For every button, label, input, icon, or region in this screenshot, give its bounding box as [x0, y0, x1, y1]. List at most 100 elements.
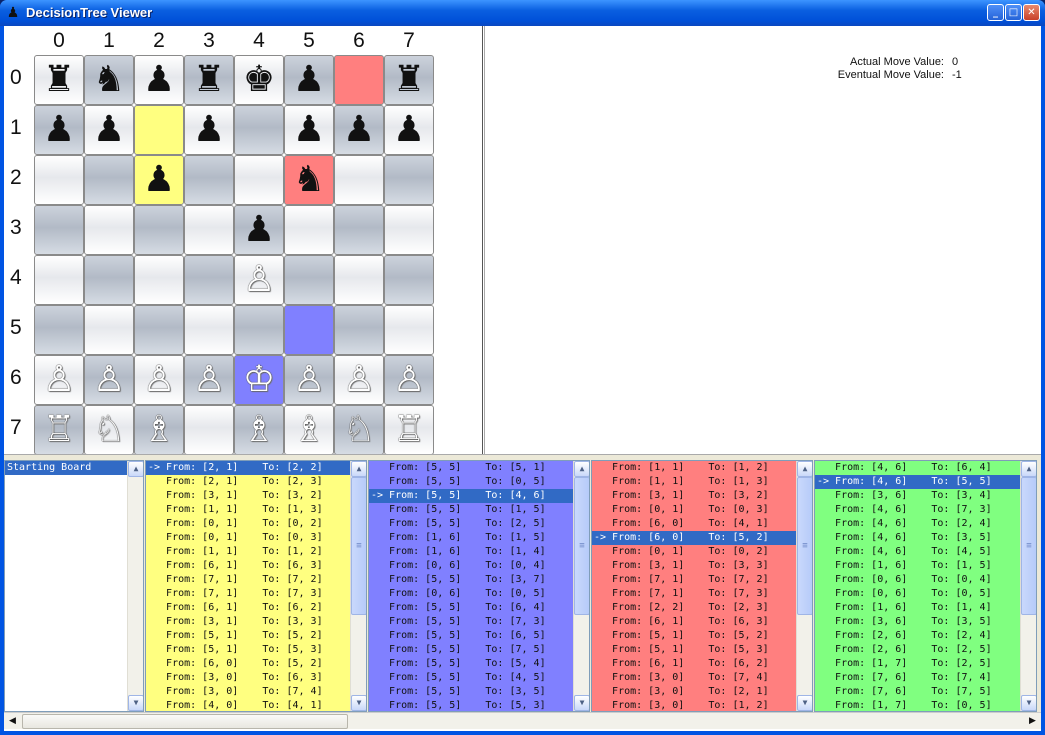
- list-item[interactable]: From: [3, 6] To: [3, 4]: [815, 489, 1020, 503]
- board-square[interactable]: ♖: [34, 405, 84, 455]
- close-button[interactable]: ✕: [1023, 4, 1040, 21]
- list-item[interactable]: From: [3, 0] To: [2, 1]: [592, 685, 796, 699]
- vertical-scrollbar[interactable]: ▲ ▼ ≡: [796, 461, 812, 711]
- board-square[interactable]: ♙: [384, 355, 434, 405]
- history-list[interactable]: Starting Board ▲ ▼: [4, 460, 144, 712]
- vertical-scroll-thumb[interactable]: ≡: [351, 477, 366, 615]
- board-square[interactable]: [384, 255, 434, 305]
- black-king-icon[interactable]: ♚: [235, 56, 283, 104]
- board-square[interactable]: [34, 305, 84, 355]
- list-item[interactable]: From: [6, 1] To: [6, 2]: [592, 657, 796, 671]
- white-pawn-icon[interactable]: ♙: [135, 356, 183, 404]
- vertical-scrollbar[interactable]: ▲ ▼: [127, 461, 143, 711]
- white-pawn-icon[interactable]: ♙: [185, 356, 233, 404]
- list-item[interactable]: From: [7, 6] To: [7, 4]: [815, 671, 1020, 685]
- vertical-scroll-thumb[interactable]: ≡: [797, 477, 812, 615]
- board-square[interactable]: ♙: [84, 355, 134, 405]
- board-square[interactable]: ♟: [334, 105, 384, 155]
- white-pawn-icon[interactable]: ♙: [85, 356, 133, 404]
- list-item[interactable]: From: [5, 5] To: [7, 3]: [369, 615, 573, 629]
- white-king-icon[interactable]: ♔: [235, 356, 283, 404]
- white-pawn-icon[interactable]: ♙: [35, 356, 83, 404]
- list-item[interactable]: From: [5, 5] To: [1, 5]: [369, 503, 573, 517]
- list-item[interactable]: From: [1, 1] To: [1, 3]: [592, 475, 796, 489]
- list-item[interactable]: From: [4, 6] To: [6, 4]: [815, 461, 1020, 475]
- list-item[interactable]: From: [5, 5] To: [3, 5]: [369, 685, 573, 699]
- vertical-scrollbar[interactable]: ▲ ▼ ≡: [350, 461, 366, 711]
- list-item[interactable]: From: [0, 1] To: [0, 2]: [146, 517, 350, 531]
- white-pawn-icon[interactable]: ♙: [385, 356, 433, 404]
- list-item[interactable]: From: [6, 1] To: [6, 3]: [592, 615, 796, 629]
- board-square[interactable]: ♜: [384, 55, 434, 105]
- list-item[interactable]: From: [5, 5] To: [6, 4]: [369, 601, 573, 615]
- list-item[interactable]: From: [3, 1] To: [3, 2]: [592, 489, 796, 503]
- board-square[interactable]: [34, 155, 84, 205]
- board-square[interactable]: [384, 305, 434, 355]
- list-item[interactable]: From: [4, 6] To: [2, 4]: [815, 517, 1020, 531]
- list-item[interactable]: From: [3, 0] To: [7, 4]: [592, 671, 796, 685]
- list-item[interactable]: From: [5, 5] To: [7, 5]: [369, 643, 573, 657]
- green-move-list[interactable]: From: [4, 6] To: [6, 4] -> From: [4, 6] T…: [814, 460, 1037, 712]
- black-rook-icon[interactable]: ♜: [185, 56, 233, 104]
- list-item[interactable]: From: [0, 6] To: [0, 5]: [369, 587, 573, 601]
- scroll-up-icon[interactable]: ▲: [574, 461, 589, 477]
- list-item[interactable]: From: [1, 1] To: [1, 2]: [146, 545, 350, 559]
- white-knight-icon[interactable]: ♘: [85, 406, 133, 454]
- board-square[interactable]: ♟: [284, 105, 334, 155]
- list-item[interactable]: From: [1, 6] To: [1, 5]: [815, 559, 1020, 573]
- list-item[interactable]: From: [1, 6] To: [1, 5]: [369, 531, 573, 545]
- list-item[interactable]: From: [5, 1] To: [5, 3]: [146, 643, 350, 657]
- board-square[interactable]: [84, 305, 134, 355]
- board-square[interactable]: [84, 255, 134, 305]
- black-pawn-icon[interactable]: ♟: [35, 106, 83, 154]
- minimize-button[interactable]: _: [987, 4, 1004, 21]
- list-item[interactable]: From: [3, 1] To: [3, 3]: [146, 615, 350, 629]
- list-item[interactable]: From: [5, 5] To: [5, 4]: [369, 657, 573, 671]
- list-item[interactable]: From: [6, 1] To: [6, 2]: [146, 601, 350, 615]
- list-item[interactable]: -> From: [5, 5] To: [4, 6]: [369, 489, 573, 503]
- board-square[interactable]: [184, 405, 234, 455]
- list-item[interactable]: From: [5, 1] To: [5, 2]: [592, 629, 796, 643]
- list-item[interactable]: From: [6, 1] To: [6, 3]: [146, 559, 350, 573]
- list-item[interactable]: From: [1, 7] To: [0, 5]: [815, 699, 1020, 711]
- scroll-down-icon[interactable]: ▼: [797, 695, 812, 711]
- list-item[interactable]: From: [2, 6] To: [2, 4]: [815, 629, 1020, 643]
- black-pawn-icon[interactable]: ♟: [335, 106, 383, 154]
- black-pawn-icon[interactable]: ♟: [135, 56, 183, 104]
- list-item[interactable]: From: [1, 6] To: [1, 4]: [815, 601, 1020, 615]
- vertical-splitter[interactable]: [482, 26, 485, 454]
- board-square[interactable]: ♟: [184, 105, 234, 155]
- scroll-up-icon[interactable]: ▲: [351, 461, 366, 477]
- list-item[interactable]: From: [3, 1] To: [3, 2]: [146, 489, 350, 503]
- list-item[interactable]: From: [4, 0] To: [4, 1]: [146, 699, 350, 711]
- board-square[interactable]: [334, 305, 384, 355]
- list-item[interactable]: Starting Board: [5, 461, 127, 475]
- board-square[interactable]: [234, 155, 284, 205]
- board-square[interactable]: [134, 255, 184, 305]
- board-square[interactable]: [334, 55, 384, 105]
- board-square[interactable]: ♟: [84, 105, 134, 155]
- list-item[interactable]: From: [0, 1] To: [0, 3]: [146, 531, 350, 545]
- black-pawn-icon[interactable]: ♟: [185, 106, 233, 154]
- list-item[interactable]: -> From: [2, 1] To: [2, 2]: [146, 461, 350, 475]
- board-square[interactable]: [234, 105, 284, 155]
- board-square[interactable]: [334, 155, 384, 205]
- white-bishop-icon[interactable]: ♗: [235, 406, 283, 454]
- list-item[interactable]: From: [5, 5] To: [3, 7]: [369, 573, 573, 587]
- board-square[interactable]: ♟: [34, 105, 84, 155]
- list-item[interactable]: From: [5, 1] To: [5, 3]: [592, 643, 796, 657]
- board-square[interactable]: ♗: [234, 405, 284, 455]
- board-square[interactable]: ♙: [184, 355, 234, 405]
- horizontal-scrollbar[interactable]: ◀ ▶: [4, 712, 1041, 729]
- board-square[interactable]: [184, 255, 234, 305]
- scroll-down-icon[interactable]: ▼: [1021, 695, 1036, 711]
- list-item[interactable]: From: [5, 5] To: [5, 3]: [369, 699, 573, 711]
- list-item[interactable]: From: [3, 0] To: [1, 2]: [592, 699, 796, 711]
- board-square[interactable]: ♞: [84, 55, 134, 105]
- red-move-list[interactable]: From: [1, 1] To: [1, 2] From: [1, 1] To:…: [591, 460, 813, 712]
- scroll-down-icon[interactable]: ▼: [128, 695, 143, 711]
- list-item[interactable]: From: [1, 1] To: [1, 3]: [146, 503, 350, 517]
- board-square[interactable]: ♙: [234, 255, 284, 305]
- board-square[interactable]: [234, 305, 284, 355]
- white-pawn-icon[interactable]: ♙: [285, 356, 333, 404]
